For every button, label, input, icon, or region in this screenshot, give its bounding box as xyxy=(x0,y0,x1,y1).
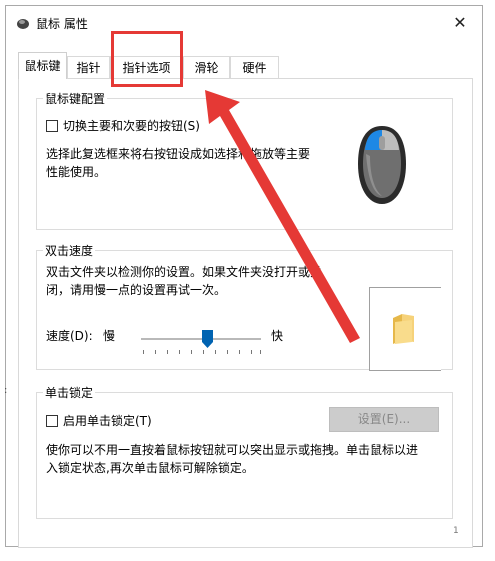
tab-pointers[interactable]: 指针 xyxy=(67,56,110,78)
slider-tick xyxy=(239,350,240,354)
folder-icon[interactable] xyxy=(390,312,416,346)
click-lock-settings-button[interactable]: 设置(E)... xyxy=(329,407,439,432)
button-config-title: 鼠标键配置 xyxy=(43,90,108,107)
slider-tick xyxy=(260,350,261,354)
speed-label: 速度(D): xyxy=(46,329,93,343)
tab-wheel[interactable]: 滑轮 xyxy=(183,56,230,78)
slider-tick xyxy=(143,350,144,354)
slider-tick xyxy=(155,350,156,354)
corner-glyph: 1 xyxy=(453,526,459,536)
red-arrow-icon xyxy=(205,90,360,343)
highlight-box xyxy=(111,31,183,87)
slow-label: 慢 xyxy=(103,329,116,343)
title-bar: 鼠标 属性 ✕ xyxy=(6,6,482,40)
slider-tick xyxy=(227,350,228,354)
slider-tick xyxy=(167,350,168,354)
tab-hardware[interactable]: 硬件 xyxy=(230,56,279,78)
click-lock-description-2: 入锁定状态,再次单击鼠标可解除锁定。 xyxy=(46,461,254,475)
click-lock-label: 启用单击锁定(T) xyxy=(63,414,152,428)
slider-tick xyxy=(251,350,252,354)
slider-tick xyxy=(179,350,180,354)
double-click-title: 双击速度 xyxy=(43,242,96,259)
click-lock-description-1: 使你可以不用一直按着鼠标按钮就可以突出显示或拖拽。单击鼠标以进 xyxy=(46,443,419,457)
button-config-description-2: 性能使用。 xyxy=(46,165,107,179)
slider-tick xyxy=(203,350,204,354)
slider-tick xyxy=(215,350,216,354)
tab-mouse-buttons[interactable]: 鼠标键 xyxy=(18,52,67,79)
switch-buttons-label: 切换主要和次要的按钮(S) xyxy=(63,119,200,133)
close-button[interactable]: ✕ xyxy=(438,6,482,40)
click-lock-checkbox[interactable] xyxy=(46,415,58,427)
edge-dots: : xyxy=(4,385,8,396)
click-lock-title: 单击锁定 xyxy=(43,384,96,401)
tab-strip: 鼠标键 指针 指针选项 滑轮 硬件 xyxy=(18,52,473,79)
mouse-icon xyxy=(17,19,29,29)
double-click-description-2: 闭，请用慢一点的设置再试一次。 xyxy=(46,283,227,297)
window-title: 鼠标 属性 xyxy=(36,17,88,31)
switch-buttons-checkbox[interactable] xyxy=(46,120,58,132)
slider-tick xyxy=(191,350,192,354)
test-folder-area[interactable] xyxy=(369,287,441,371)
